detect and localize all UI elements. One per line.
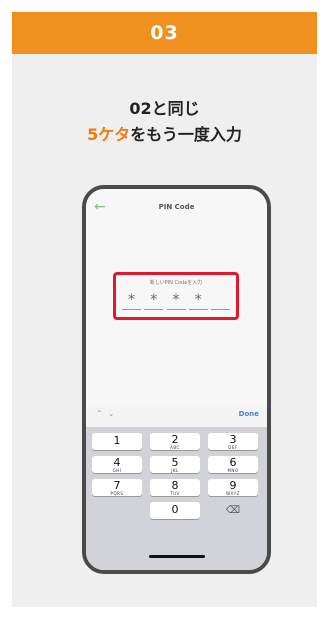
pin-slots[interactable]: * * * * <box>122 289 230 310</box>
pin-slot[interactable]: * <box>144 289 164 310</box>
pin-hint: 新しいPIN Codeを入力 <box>149 280 203 286</box>
pin-slot[interactable]: * <box>166 289 186 310</box>
key-3[interactable]: 3 DEF <box>208 433 258 450</box>
keyboard-toolbar: ⌃⌄ Done <box>86 405 267 427</box>
done-button[interactable]: Done <box>239 410 259 418</box>
pin-entry-highlight: 新しいPIN Codeを入力 * * * * <box>113 272 239 320</box>
pin-slot[interactable]: * <box>122 289 141 310</box>
instruction-line-1: 02と同じ <box>129 99 200 118</box>
key-4[interactable]: 4 GHI <box>92 456 142 473</box>
phone-mockup: ← PIN Code 新しいPIN Codeを入力 * * * * ⌃⌄ Don… <box>82 185 271 574</box>
numeric-keyboard: ⌃⌄ Done 1 2 ABC 3 DEF 4 GHI 5 JKL 6 MNO … <box>86 405 267 570</box>
pin-slot[interactable] <box>211 289 230 310</box>
key-7[interactable]: 7 PQRS <box>92 479 142 496</box>
instruction-text: 02と同じ 5ケタをもう一度入力 <box>12 96 317 148</box>
key-0[interactable]: 0 <box>150 502 200 519</box>
instruction-line-2: 5ケタをもう一度入力 <box>12 122 317 148</box>
pin-screen-title: PIN Code <box>158 203 195 211</box>
key-5[interactable]: 5 JKL <box>150 456 200 473</box>
step-header: 03 <box>12 12 317 54</box>
key-8[interactable]: 8 TUV <box>150 479 200 496</box>
step-number: 03 <box>150 22 179 44</box>
chevron-down-icon[interactable]: ⌄ <box>108 409 120 418</box>
key-1[interactable]: 1 <box>92 433 142 450</box>
instruction-card: 03 02と同じ 5ケタをもう一度入力 ← PIN Code 新しいPIN Co… <box>12 12 317 607</box>
home-indicator <box>149 555 205 558</box>
instruction-line-2-rest: をもう一度入力 <box>130 125 242 144</box>
key-9[interactable]: 9 WXYZ <box>208 479 258 496</box>
key-6[interactable]: 6 MNO <box>208 456 258 473</box>
pin-slot[interactable]: * <box>188 289 208 310</box>
chevron-up-icon[interactable]: ⌃ <box>96 409 108 418</box>
digit-count-highlight: 5ケタ <box>87 125 131 144</box>
key-2[interactable]: 2 ABC <box>150 433 200 450</box>
pin-screen: ← PIN Code 新しいPIN Codeを入力 * * * * <box>86 189 267 405</box>
backspace-icon[interactable]: ⌫ <box>208 502 258 519</box>
